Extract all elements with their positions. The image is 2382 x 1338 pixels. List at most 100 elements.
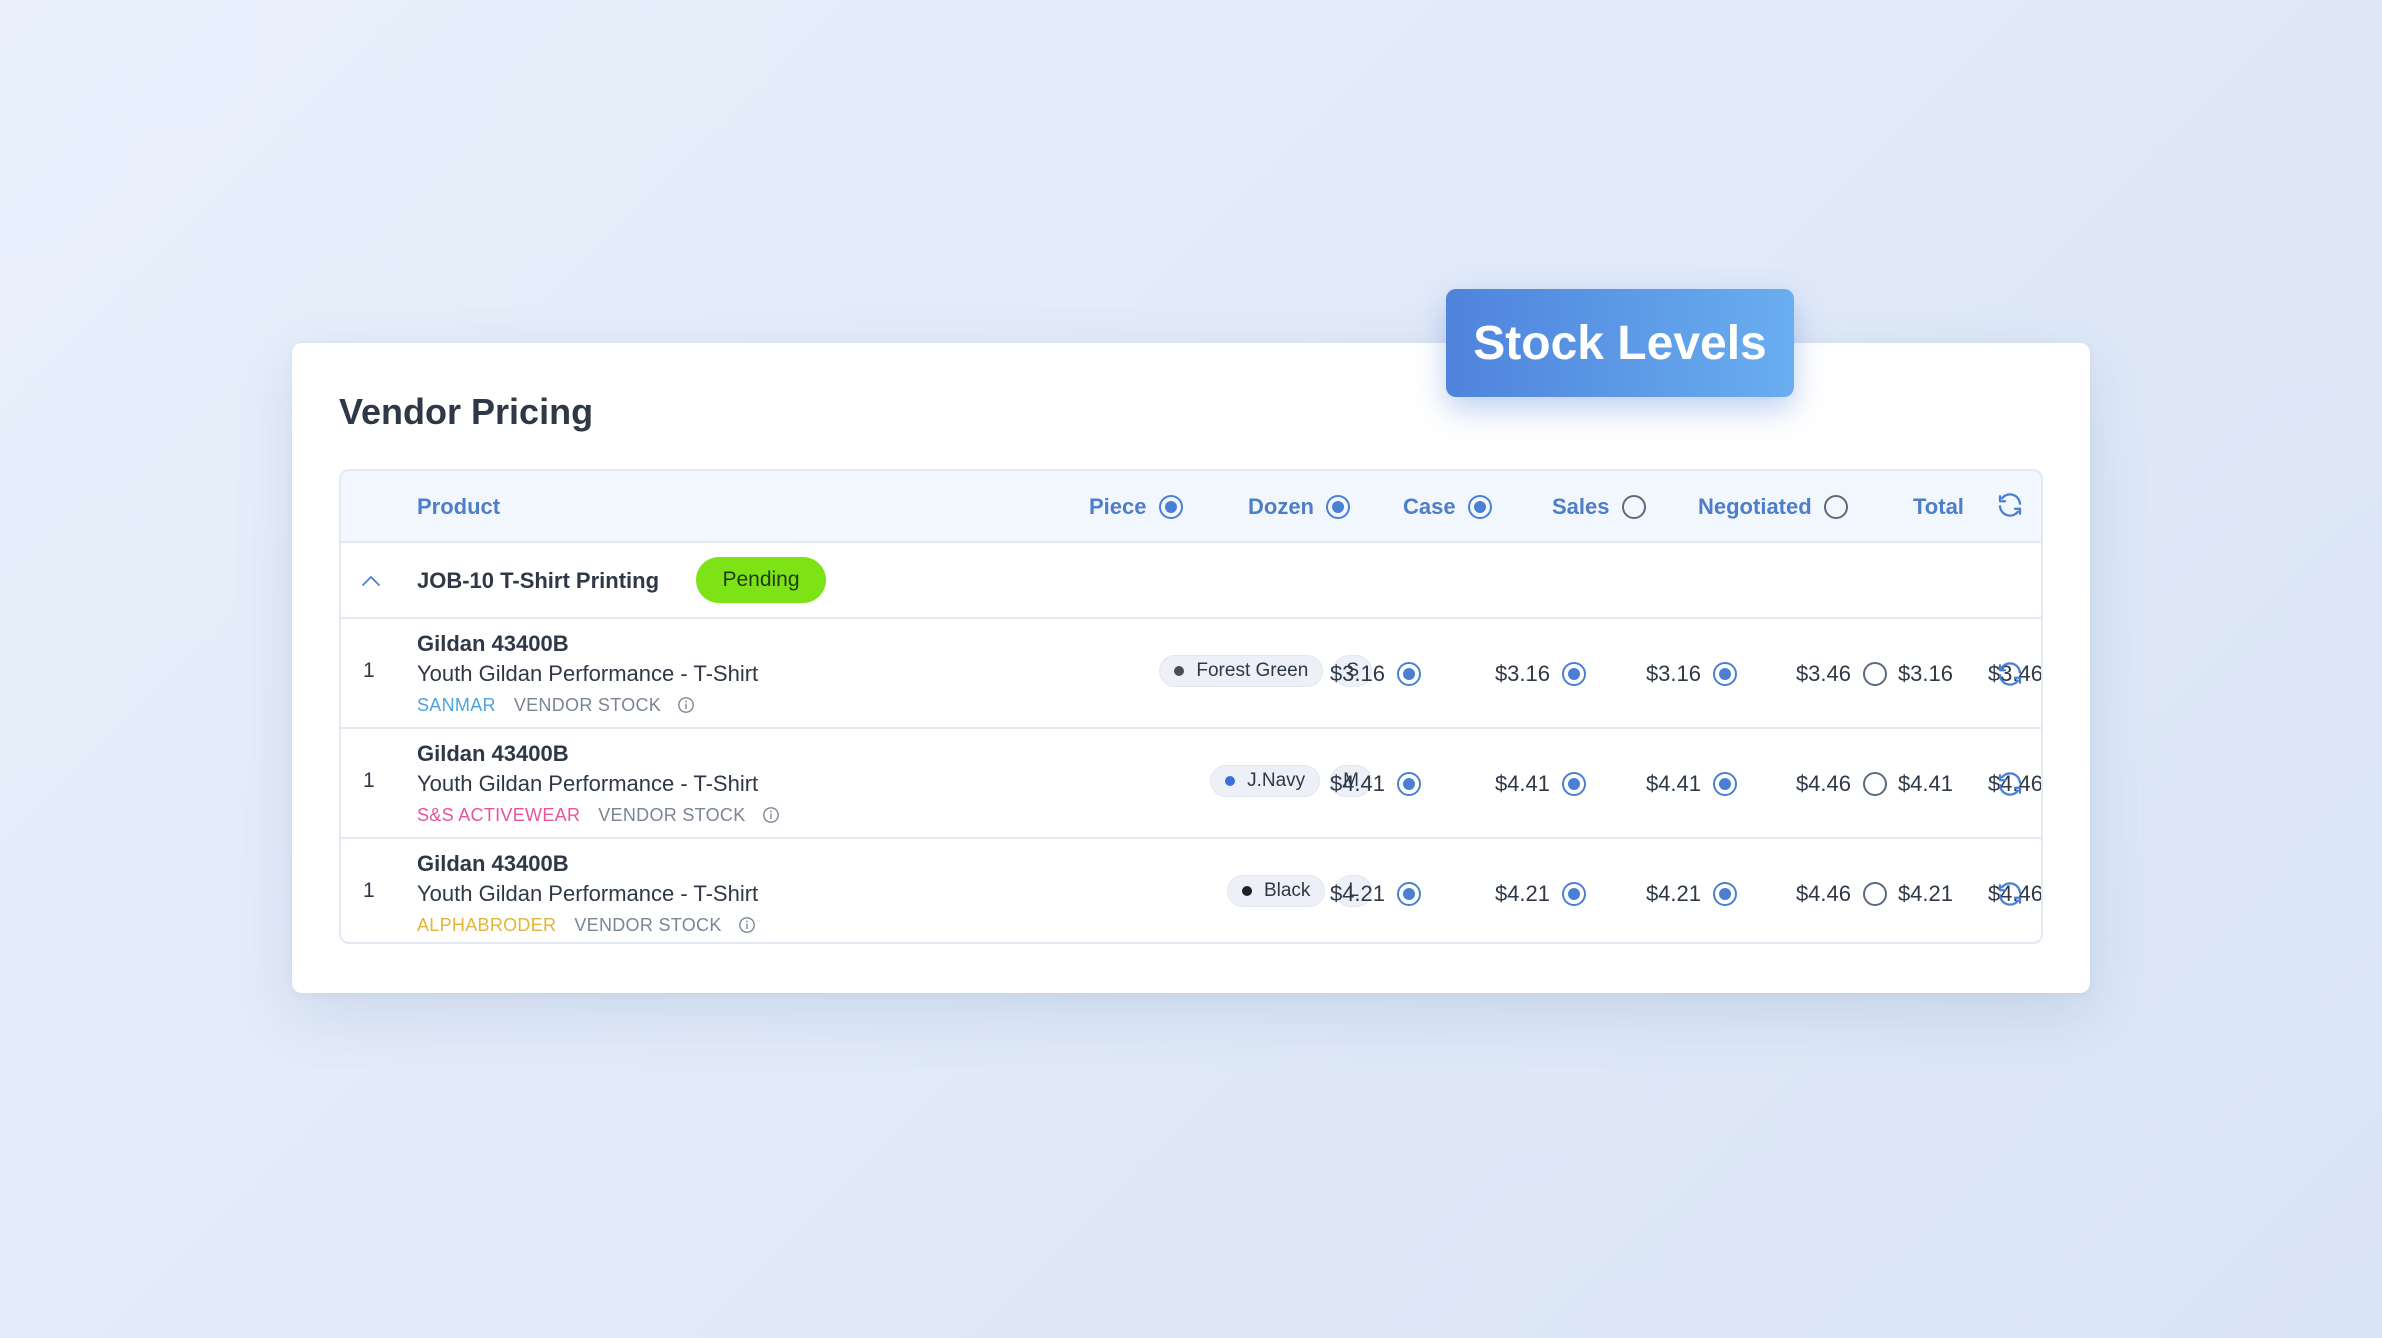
table-row[interactable]: 1 Gildan 43400B Youth Gildan Performance -… (341, 619, 2041, 729)
job-title: JOB-10 T-Shirt Printing (417, 568, 660, 593)
price-piece[interactable]: $4.41 (1330, 729, 1421, 839)
product-description: Youth Gildan Performance - T-Shirt (417, 881, 759, 906)
price-piece-radio[interactable] (1397, 882, 1421, 906)
vendor-stock-label[interactable]: VENDOR STOCK (574, 915, 721, 936)
stock-levels-badge: Stock Levels (1446, 289, 1794, 397)
pricing-table: Product Piece Dozen Case Sales Negotiate… (339, 469, 2043, 944)
header-negotiated[interactable]: Negotiated (1698, 471, 1848, 543)
case-column-radio[interactable] (1467, 495, 1492, 519)
vendor-name[interactable]: SANMAR (417, 695, 496, 716)
price-case[interactable]: $3.16 (1646, 619, 1737, 729)
header-total[interactable]: Total (1913, 471, 1964, 543)
row-quantity: 1 (363, 659, 375, 682)
refresh-icon[interactable] (1995, 879, 2025, 909)
vendor-name[interactable]: ALPHABRODER (417, 915, 556, 936)
price-dozen-value: $4.21 (1494, 881, 1550, 906)
table-row[interactable]: 1 Gildan 43400B Youth Gildan Performance -… (341, 839, 2041, 942)
price-piece-radio[interactable] (1397, 662, 1421, 686)
info-icon[interactable] (762, 806, 780, 824)
color-dot (1174, 666, 1185, 676)
header-sales[interactable]: Sales (1552, 471, 1646, 543)
header-dozen-label: Dozen (1248, 494, 1314, 519)
product-name: Gildan 43400B (417, 741, 569, 766)
row-total: $4.41 (1897, 771, 1953, 796)
header-piece-label: Piece (1089, 494, 1147, 519)
price-piece[interactable]: $4.21 (1330, 839, 1421, 942)
chevron-up-icon[interactable] (357, 569, 385, 593)
price-dozen-radio[interactable] (1562, 662, 1586, 686)
header-piece[interactable]: Piece (1089, 471, 1183, 543)
vendor-stock-label[interactable]: VENDOR STOCK (598, 805, 745, 826)
price-dozen-radio[interactable] (1562, 772, 1586, 796)
price-sales-value: $4.46 (1795, 881, 1851, 906)
row-quantity: 1 (363, 769, 375, 792)
price-piece-value: $4.41 (1329, 771, 1385, 796)
color-chip[interactable]: Forest Green (1159, 655, 1324, 687)
header-product-label: Product (417, 494, 501, 519)
price-case-value: $4.21 (1645, 881, 1701, 906)
color-chip[interactable]: Black (1226, 875, 1326, 907)
color-dot (1241, 886, 1252, 896)
price-dozen[interactable]: $4.41 (1495, 729, 1586, 839)
price-case[interactable]: $4.21 (1645, 839, 1737, 942)
color-dot (1225, 776, 1236, 786)
info-icon[interactable] (677, 696, 695, 714)
price-sales[interactable]: $3.46 (1796, 619, 1887, 729)
price-piece-value: $3.16 (1329, 661, 1385, 686)
job-group-row[interactable]: JOB-10 T-Shirt Printing Pending (341, 543, 2041, 619)
price-sales-radio[interactable] (1863, 882, 1887, 906)
vendor-stock-label[interactable]: VENDOR STOCK (514, 695, 661, 716)
price-dozen[interactable]: $4.21 (1494, 839, 1586, 942)
price-piece-radio[interactable] (1397, 772, 1421, 796)
table-row[interactable]: 1 Gildan 43400B Youth Gildan Performance -… (341, 729, 2041, 839)
sales-column-radio[interactable] (1621, 495, 1646, 519)
refresh-icon[interactable] (1995, 769, 2025, 799)
price-dozen[interactable]: $3.16 (1495, 619, 1586, 729)
row-total: $3.16 (1897, 661, 1953, 686)
price-case-radio[interactable] (1713, 772, 1737, 796)
price-case-radio[interactable] (1713, 882, 1737, 906)
refresh-icon[interactable] (1995, 490, 2025, 520)
header-total-label: Total (1913, 494, 1964, 519)
color-name: Forest Green (1196, 660, 1309, 681)
price-case[interactable]: $4.41 (1646, 729, 1737, 839)
product-meta: S&S ACTIVEWEAR VENDOR STOCK (417, 805, 780, 825)
vendor-name[interactable]: S&S ACTIVEWEAR (417, 805, 580, 826)
header-sales-label: Sales (1552, 494, 1610, 519)
piece-column-radio[interactable] (1158, 495, 1183, 519)
header-dozen[interactable]: Dozen (1248, 471, 1350, 543)
negotiated-column-radio[interactable] (1823, 495, 1848, 519)
header-negotiated-label: Negotiated (1698, 494, 1812, 519)
price-sales[interactable]: $4.46 (1795, 839, 1887, 942)
price-sales[interactable]: $4.46 (1796, 729, 1887, 839)
price-dozen-radio[interactable] (1562, 882, 1586, 906)
price-dozen-value: $3.16 (1494, 661, 1550, 686)
header-product[interactable]: Product (417, 471, 500, 543)
product-name: Gildan 43400B (417, 631, 569, 656)
dozen-column-radio[interactable] (1326, 495, 1350, 519)
product-description: Youth Gildan Performance - T-Shirt (417, 771, 759, 796)
status-badge: Pending (696, 557, 826, 603)
product-meta: SANMAR VENDOR STOCK (417, 695, 695, 715)
product-name: Gildan 43400B (417, 851, 569, 876)
card-title: Vendor Pricing (339, 391, 594, 432)
price-case-value: $4.41 (1645, 771, 1701, 796)
row-quantity: 1 (363, 879, 375, 902)
vendor-pricing-card: Vendor Pricing Product Piece Dozen Case … (292, 343, 2090, 993)
price-case-radio[interactable] (1713, 662, 1737, 686)
price-sales-value: $4.46 (1795, 771, 1851, 796)
price-case-value: $3.16 (1645, 661, 1701, 686)
price-sales-value: $3.46 (1795, 661, 1851, 686)
color-name: J.Navy (1247, 770, 1306, 791)
row-total: $4.21 (1897, 881, 1953, 906)
table-header: Product Piece Dozen Case Sales Negotiate… (341, 471, 2041, 543)
header-case-label: Case (1403, 494, 1456, 519)
price-dozen-value: $4.41 (1494, 771, 1550, 796)
price-sales-radio[interactable] (1863, 662, 1887, 686)
price-sales-radio[interactable] (1863, 772, 1887, 796)
price-piece[interactable]: $3.16 (1330, 619, 1421, 729)
refresh-icon[interactable] (1995, 659, 2025, 689)
header-case[interactable]: Case (1403, 471, 1492, 543)
color-chip[interactable]: J.Navy (1210, 765, 1321, 797)
info-icon[interactable] (738, 916, 756, 934)
